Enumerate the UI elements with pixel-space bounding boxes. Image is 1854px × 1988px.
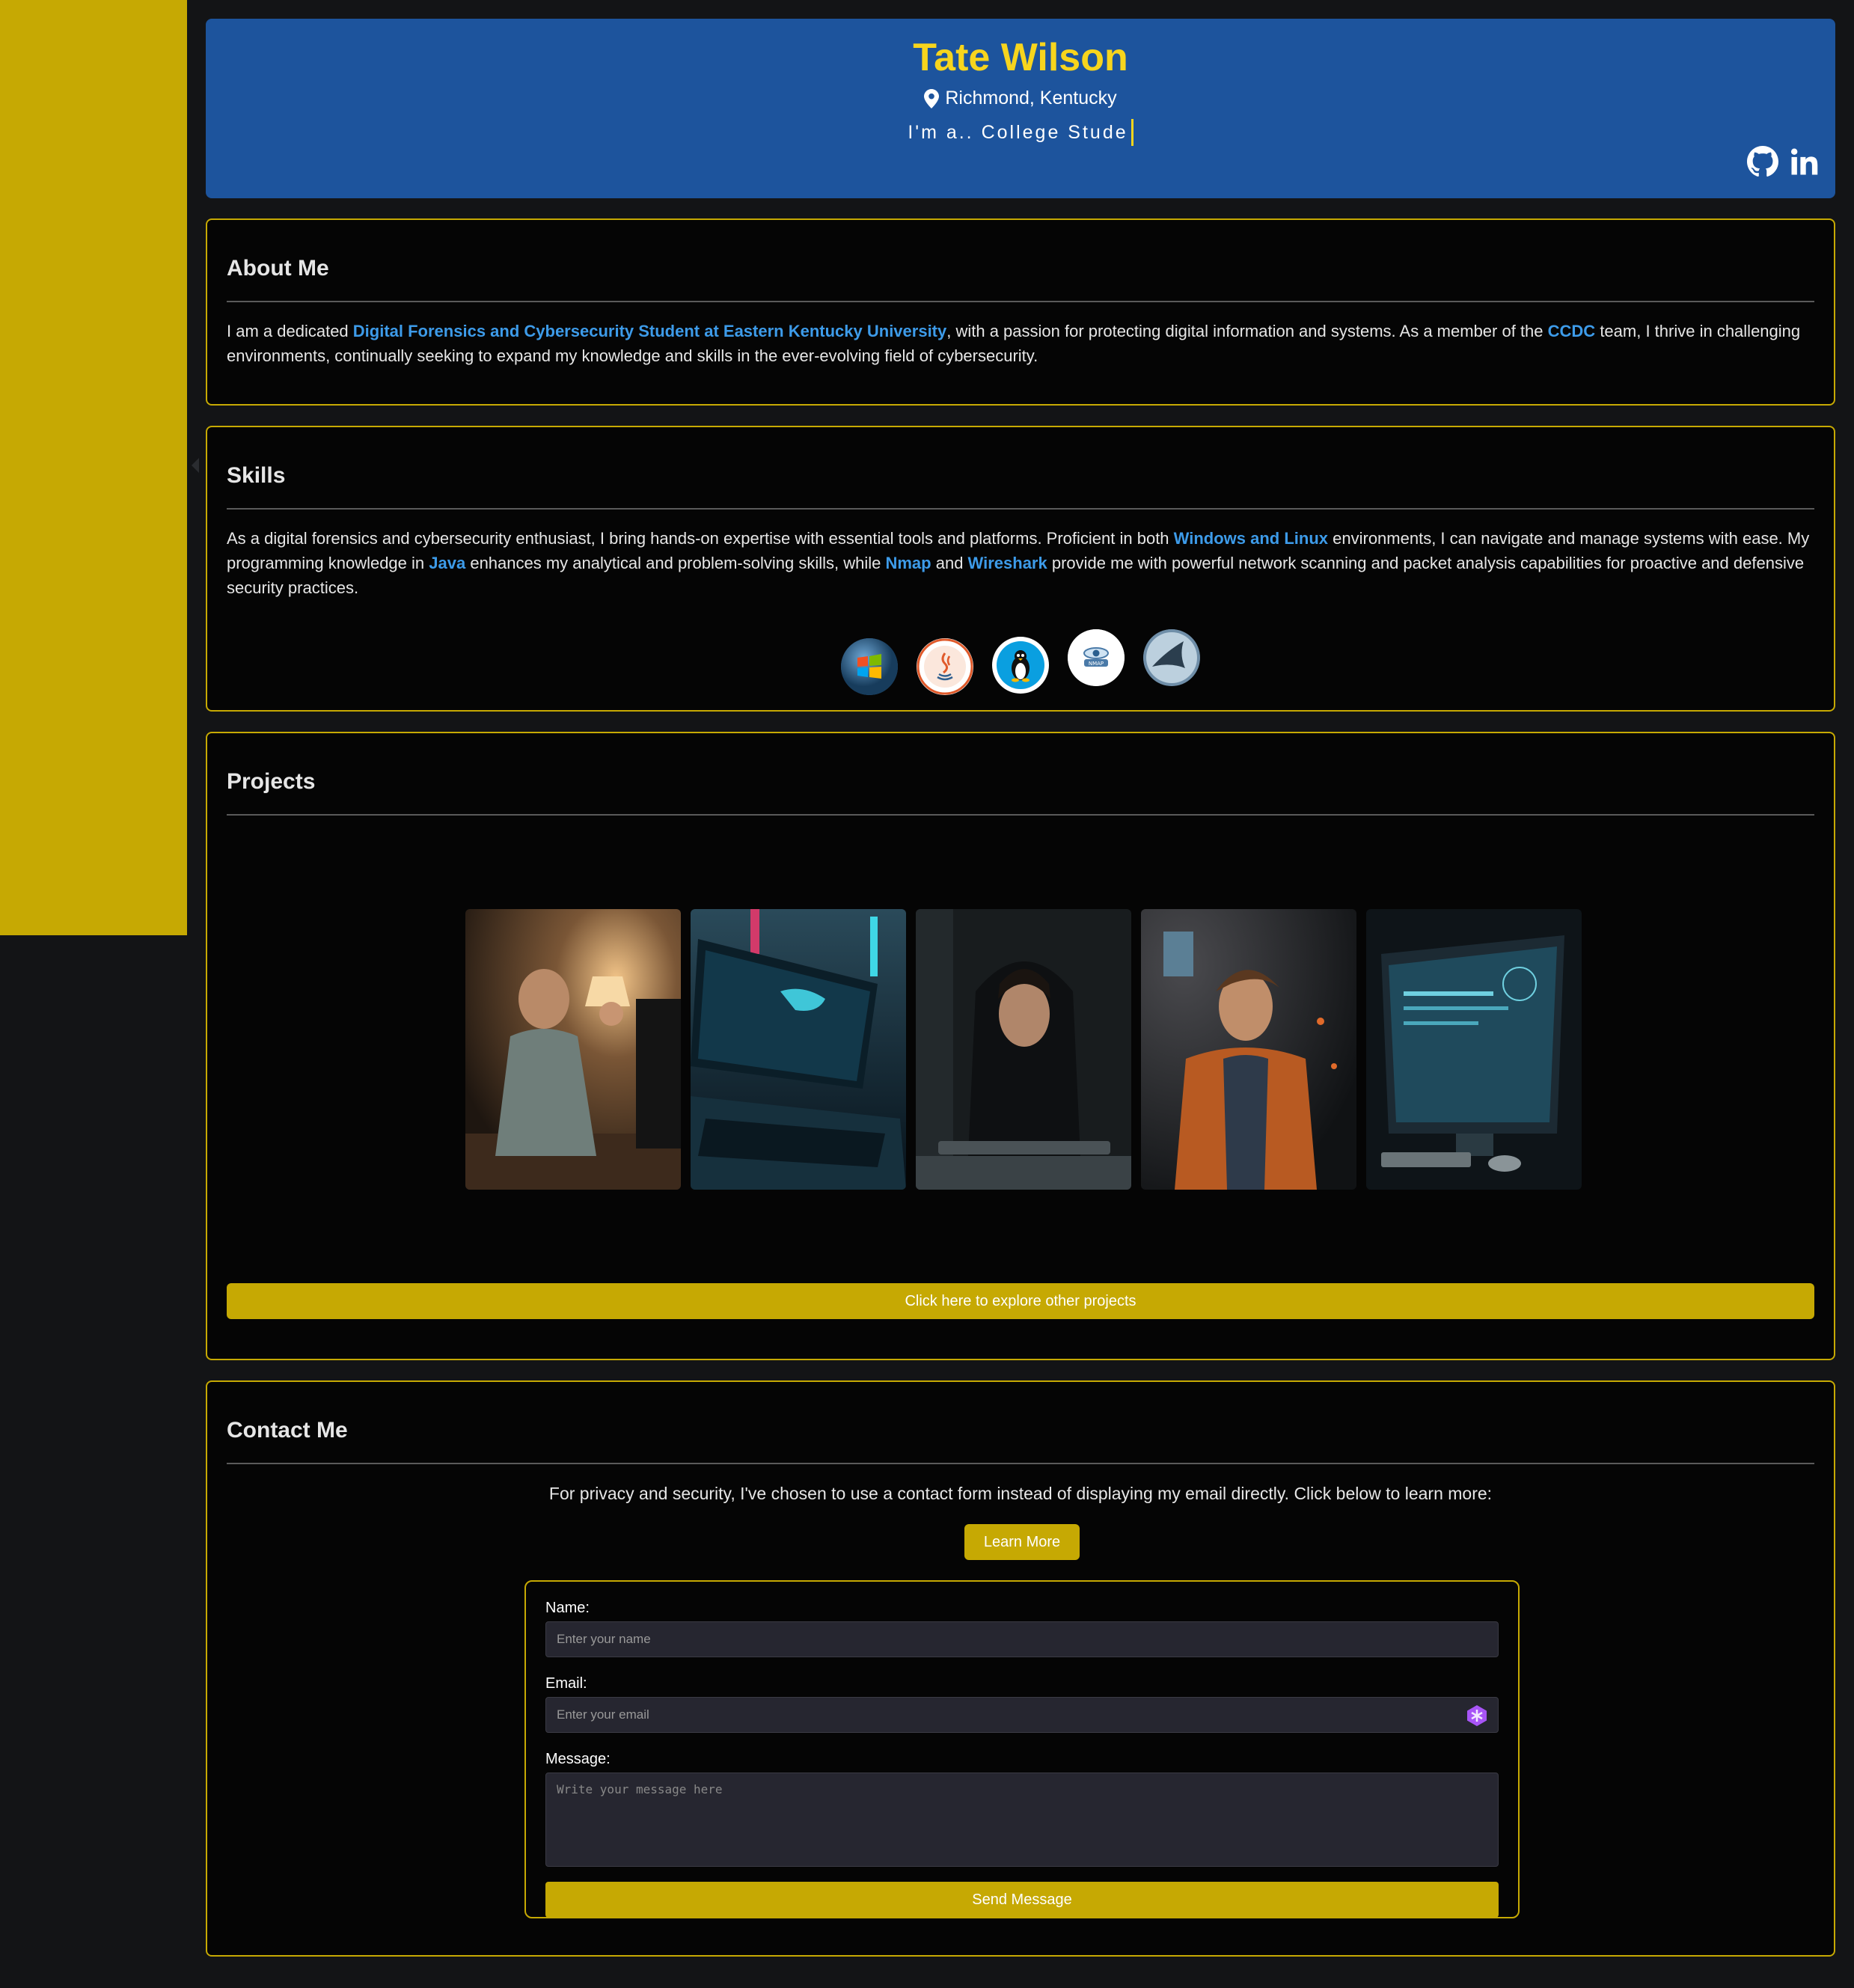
contact-form: Name: Enter your name Email: Enter your … [524,1580,1520,1918]
project-image-3[interactable] [916,909,1131,1190]
map-pin-icon [924,88,940,108]
project-gallery [465,909,1582,1190]
project-image-4[interactable] [1141,909,1356,1190]
skills-text-4: and [931,554,968,572]
privacy-text: For privacy and security, I've chosen to… [548,1484,1493,1503]
message-field[interactable]: Write your message here [545,1773,1499,1867]
about-text-1: I am a dedicated [227,322,353,340]
location-text: Richmond, Kentucky [945,88,1117,108]
skills-highlight-java: Java [429,554,466,572]
explore-projects-button[interactable]: Click here to explore other projects [227,1283,1814,1319]
github-icon [1747,146,1778,177]
profile-header: Tate Wilson Richmond, Kentucky I'm a.. C… [206,19,1835,198]
send-message-button[interactable]: Send Message [545,1882,1499,1918]
linkedin-icon [1790,148,1818,175]
profile-name: Tate Wilson [913,36,1128,79]
email-field[interactable]: Enter your email [545,1697,1499,1733]
skills-section: Skills As a digital forensics and cybers… [206,426,1835,712]
email-label: Email: [545,1675,587,1692]
java-icon [917,638,973,695]
skills-text: As a digital forensics and cybersecurity… [227,526,1814,600]
project-image-1[interactable] [465,909,681,1190]
typing-caret [1131,119,1133,146]
contact-section: Contact Me For privacy and security, I'v… [206,1380,1835,1957]
about-title: About Me [227,220,1814,302]
name-placeholder: Enter your name [557,1632,651,1646]
message-placeholder: Write your message here [557,1782,723,1796]
github-link[interactable] [1747,146,1778,181]
about-highlight-degree: Digital Forensics and Cybersecurity Stud… [352,322,947,340]
profile-location: Richmond, Kentucky [206,88,1835,109]
windows-icon [841,638,898,695]
social-links [1747,146,1820,181]
about-section: About Me I am a dedicated Digital Forens… [206,218,1835,406]
project-image-5[interactable] [1366,909,1582,1190]
nmap-icon: NMAP [1068,629,1125,686]
skills-highlight-os: Windows and Linux [1173,529,1329,548]
about-highlight-ccdc: CCDC [1547,322,1596,340]
projects-section: Projects Click here to explore other pro… [206,732,1835,1360]
skills-title: Skills [227,427,1814,510]
projects-title: Projects [227,733,1814,816]
linkedin-link[interactable] [1789,146,1820,181]
name-field[interactable]: Enter your name [545,1621,1499,1657]
skill-icons: NMAP [207,629,1834,695]
about-text-2: , with a passion for protecting digital … [946,322,1548,340]
message-label: Message: [545,1751,611,1767]
about-text: I am a dedicated Digital Forensics and C… [227,319,1814,368]
project-image-2[interactable] [691,909,906,1190]
linux-icon [992,637,1049,694]
skills-highlight-nmap: Nmap [885,554,931,572]
typing-tagline: I'm a.. College Stude [206,119,1835,146]
skills-text-1: As a digital forensics and cybersecurity… [227,529,1174,548]
skills-text-3: enhances my analytical and problem-solvi… [465,554,886,572]
name-label: Name: [545,1600,590,1616]
wireshark-icon [1143,629,1200,686]
nmap-logo-text: NMAP [1089,661,1104,667]
learn-more-button[interactable]: Learn More [964,1524,1080,1560]
sidebar [0,0,187,935]
email-placeholder: Enter your email [557,1707,649,1722]
skills-highlight-wireshark: Wireshark [967,554,1047,572]
typing-text: I'm a.. College Stude [908,121,1128,143]
password-manager-icon[interactable] [1465,1704,1489,1728]
main-content: Tate Wilson Richmond, Kentucky I'm a.. C… [206,19,1835,1957]
contact-title: Contact Me [227,1382,1814,1464]
sidebar-toggle-icon[interactable] [192,458,199,473]
